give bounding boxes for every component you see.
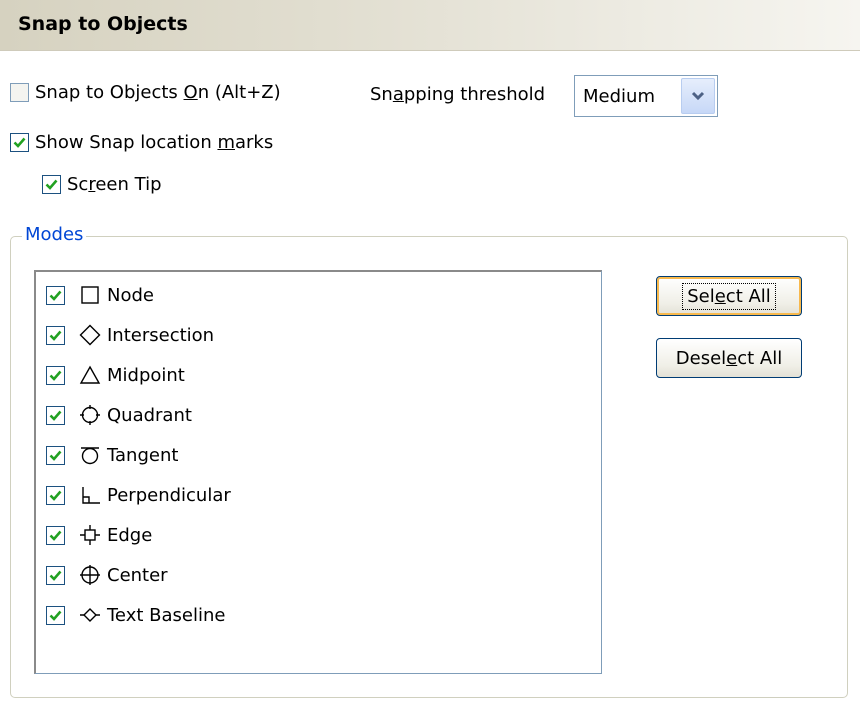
deselect-all-label: Deselect All	[675, 347, 783, 369]
threshold-select[interactable]: Medium	[574, 75, 718, 117]
list-item-label: Node	[107, 284, 154, 306]
checkbox-box[interactable]	[42, 175, 61, 194]
edge-icon	[79, 524, 101, 546]
list-item-perpendicular[interactable]: Perpendicular	[46, 480, 231, 510]
center-icon	[79, 564, 101, 586]
panel-title: Snap to Objects	[18, 13, 188, 35]
list-item-intersection[interactable]: Intersection	[46, 320, 214, 350]
checkbox-box[interactable]	[46, 365, 65, 385]
checkbox-box[interactable]	[46, 445, 65, 465]
checkbox-box[interactable]	[10, 83, 29, 102]
list-item-label: Midpoint	[107, 364, 185, 386]
checkbox-box[interactable]	[46, 605, 65, 625]
threshold-label: Sn a pping threshold	[370, 84, 546, 105]
checkmark-icon	[45, 179, 58, 190]
checkbox-box[interactable]	[46, 405, 65, 425]
title-bar: Snap to Objects	[0, 0, 860, 51]
list-item-label: Intersection	[107, 324, 215, 346]
checkbox-box[interactable]	[46, 485, 65, 505]
show-marks-label: Show Snap location marks	[35, 132, 274, 153]
screen-tip-label: Screen Tip	[67, 174, 162, 195]
chevron-down-icon	[691, 91, 705, 101]
list-item-label: Tangent	[107, 444, 179, 466]
square-icon	[79, 284, 101, 306]
list-item-label: Text Baseline	[107, 604, 226, 626]
checkmark-icon	[49, 570, 62, 581]
list-item-label: Quadrant	[107, 404, 192, 426]
screen-tip-checkbox[interactable]: Screen Tip	[42, 174, 162, 195]
list-item-edge[interactable]: Edge	[46, 520, 152, 550]
list-item-center[interactable]: Center	[46, 560, 168, 590]
quadrant-icon	[79, 404, 101, 426]
checkmark-icon	[49, 370, 62, 381]
checkmark-icon	[49, 490, 62, 501]
list-item-text-baseline[interactable]: Text Baseline	[46, 600, 225, 630]
modes-legend: Modes	[22, 224, 87, 245]
perpendicular-icon	[79, 484, 101, 506]
checkmark-icon	[49, 410, 62, 421]
checkbox-box[interactable]	[46, 525, 65, 545]
checkmark-icon	[49, 450, 62, 461]
list-item-label: Edge	[107, 524, 153, 546]
list-item-label: Perpendicular	[107, 484, 231, 506]
list-item-node[interactable]: Node	[46, 280, 154, 310]
tangent-icon	[79, 444, 101, 466]
list-item-label: Center	[107, 564, 168, 586]
checkbox-box[interactable]	[46, 325, 65, 345]
list-item-midpoint[interactable]: Midpoint	[46, 360, 185, 390]
text-baseline-icon	[79, 604, 101, 626]
list-item-tangent[interactable]: Tangent	[46, 440, 178, 470]
list-item-quadrant[interactable]: Quadrant	[46, 400, 192, 430]
triangle-icon	[79, 364, 101, 386]
show-marks-checkbox[interactable]: Show Snap location marks	[10, 132, 273, 153]
deselect-all-button[interactable]: Deselect All	[656, 338, 802, 378]
snap-on-checkbox[interactable]: Snap to Objects On (Alt+Z)	[10, 82, 281, 103]
checkmark-icon	[13, 137, 26, 148]
checkmark-icon	[49, 290, 62, 301]
snap-on-label: Snap to Objects On (Alt+Z)	[35, 82, 281, 103]
threshold-value: Medium	[583, 86, 655, 107]
select-all-label: Select All	[682, 282, 776, 310]
checkbox-box[interactable]	[10, 133, 29, 152]
checkmark-icon	[49, 330, 62, 341]
dropdown-button[interactable]	[681, 78, 715, 114]
diamond-icon	[79, 324, 101, 346]
checkbox-box[interactable]	[46, 285, 65, 305]
checkmark-icon	[49, 530, 62, 541]
select-all-button[interactable]: Select All	[656, 276, 802, 316]
modes-list[interactable]: Node Intersection Midpoint Quadrant Tang…	[34, 270, 602, 674]
checkmark-icon	[49, 610, 62, 621]
checkbox-box[interactable]	[46, 565, 65, 585]
